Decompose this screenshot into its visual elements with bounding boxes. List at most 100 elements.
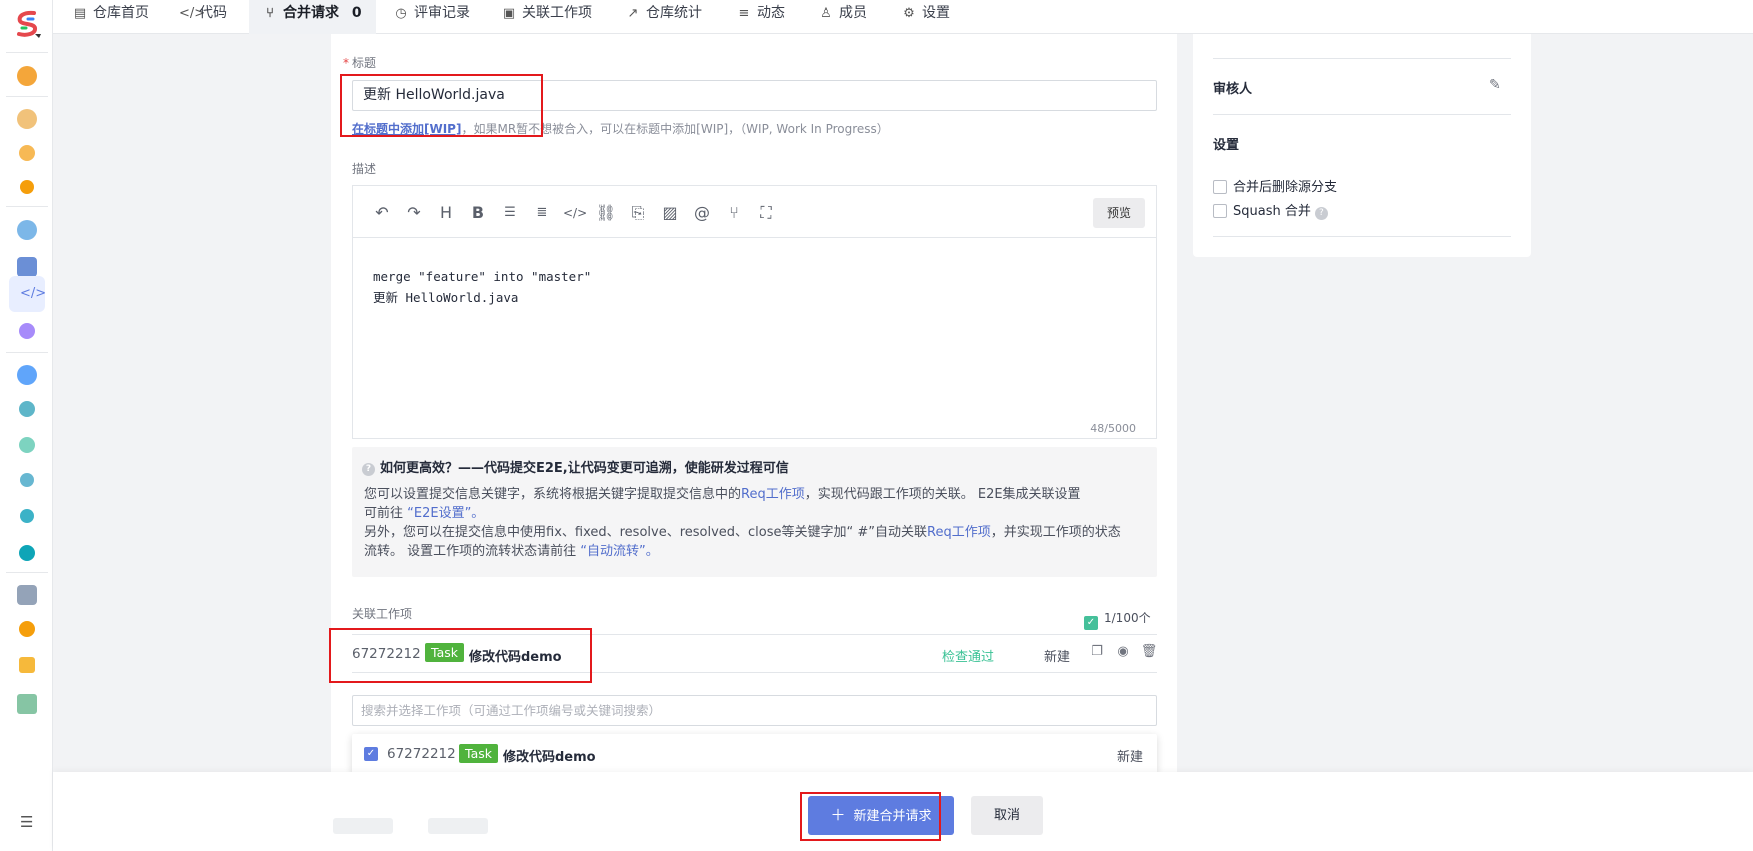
mention-icon[interactable]: @	[691, 202, 713, 224]
tab-code[interactable]: </>代码	[179, 0, 227, 34]
redo-icon[interactable]: ↷	[403, 202, 425, 224]
nav-issue-icon[interactable]	[20, 180, 34, 194]
workitem-search-input[interactable]: 搜索并选择工作项（可通过工作项编号或关键词搜索）	[352, 695, 1157, 726]
nav-test-icon[interactable]	[19, 437, 35, 453]
add-wip-link[interactable]: 在标题中添加[WIP]	[352, 122, 461, 136]
req-workitem-link-2[interactable]: Req工作项	[927, 525, 991, 540]
ordered-list-icon[interactable]: ≣	[531, 202, 553, 224]
tab-settings[interactable]: ⚙ 设置	[902, 0, 950, 34]
e2e-settings-link[interactable]: “E2E设置”。	[407, 506, 484, 521]
delete-branch-checkbox[interactable]	[1213, 180, 1227, 194]
editor-toolbar: ↶ ↷ H B ☰ ≣ </> ⛓ ⎘ ▨ @ ⑂ ⛶ 预览	[353, 186, 1156, 238]
squash-checkbox[interactable]	[1213, 204, 1227, 218]
tab-merge-requests[interactable]: ⑂ 合并请求 0	[249, 0, 376, 34]
nav-artifact-icon[interactable]	[17, 585, 37, 605]
code-repo-glyph-icon: </>	[20, 286, 47, 301]
tip-line-4: 流转。 设置工作项的流转状态请前往 “自动流转”。	[364, 544, 659, 559]
char-counter: 48/5000	[1090, 422, 1136, 435]
option-checkbox[interactable]: ✓	[364, 747, 378, 761]
member-icon: ♙	[820, 6, 832, 21]
nav-network-icon[interactable]	[19, 545, 35, 561]
title-label: * 标题	[343, 56, 377, 70]
collapse-menu-icon[interactable]: ☰	[20, 815, 36, 830]
file-icon[interactable]: ⎘	[627, 202, 649, 224]
tip-line-2: 可前往 “E2E设置”。	[364, 506, 485, 521]
review-icon: ◷	[395, 6, 407, 21]
e2e-tip-box: ? 如何更高效？——代码提交E2E,让代码变更可追溯，使能研发过程可信 您可以设置…	[352, 447, 1157, 577]
nav-deploy-icon[interactable]	[20, 473, 34, 487]
cancel-button[interactable]: 取消	[971, 796, 1043, 835]
preview-button[interactable]: 预览	[1093, 198, 1145, 228]
left-nav-rail: </> ☰	[0, 0, 53, 851]
edit-reviewer-icon[interactable]: ✎	[1489, 77, 1501, 93]
fullscreen-icon[interactable]: ⛶	[755, 202, 777, 224]
option-task-badge: Task	[459, 744, 498, 763]
related-workitems-label: 关联工作项	[352, 607, 413, 621]
nav-box-icon[interactable]	[17, 257, 37, 277]
app-logo-icon[interactable]	[14, 10, 42, 40]
code-block-icon[interactable]: </>	[563, 202, 587, 224]
tip-line-1: 您可以设置提交信息关键字，系统将根据关键字提取提交信息中的Req工作项，实现代码…	[364, 487, 1081, 502]
create-merge-request-button[interactable]: ＋新建合并请求	[808, 796, 954, 835]
link-icon[interactable]: ⛓	[595, 202, 617, 224]
tip-line-3: 另外，您可以在提交信息中使用fix、fixed、resolve、resolved…	[364, 525, 1121, 540]
option-delete-source-branch[interactable]: 合并后删除源分支	[1213, 176, 1337, 195]
bold-icon[interactable]: B	[467, 202, 489, 224]
nav-pipeline-icon[interactable]	[19, 323, 35, 339]
nav-check-icon[interactable]	[19, 401, 35, 417]
workitem-id[interactable]: 67272212	[352, 646, 421, 662]
trash-icon[interactable]: 🗑	[1140, 644, 1158, 662]
auto-transition-link[interactable]: “自动流转”。	[580, 544, 658, 559]
plus-icon: ＋	[830, 806, 846, 824]
nav-settings-icon[interactable]	[19, 621, 35, 637]
workitem-state: 新建	[1044, 650, 1071, 665]
merge-request-form: * 标题 更新 HelloWorld.java 在标题中添加[WIP]，如果MR暂…	[331, 34, 1177, 774]
description-editor: ↶ ↷ H B ☰ ≣ </> ⛓ ⎘ ▨ @ ⑂ ⛶ 预览 merge "fe…	[352, 185, 1157, 439]
related-workitem-row: 67272212 Task 修改代码demo 检查通过 新建 ❐ ◉ 🗑	[352, 635, 1157, 673]
image-icon[interactable]: ▨	[659, 202, 681, 224]
code-icon: </>	[179, 6, 206, 21]
option-squash-merge[interactable]: Squash 合并?	[1213, 200, 1328, 220]
blurred-placeholder	[333, 818, 393, 834]
help-icon[interactable]: ?	[1314, 207, 1328, 220]
nav-build-icon[interactable]	[17, 365, 37, 385]
dropdown-option[interactable]: ✓ 67272212 Task 修改代码demo 新建	[352, 734, 1157, 774]
question-icon: ?	[362, 463, 375, 476]
tab-repo-home[interactable]: ▤ 仓库首页	[73, 0, 149, 34]
option-id: 67272212	[387, 746, 456, 762]
bullet-list-icon[interactable]: ☰	[499, 202, 521, 224]
merge-ref-icon[interactable]: ⑂	[723, 202, 745, 224]
mr-side-panel: 审核人 ✎ 设置 合并后删除源分支 Squash 合并?	[1193, 34, 1531, 257]
title-input[interactable]: 更新 HelloWorld.java	[352, 80, 1157, 111]
tab-members[interactable]: ♙ 成员	[819, 0, 867, 34]
tab-related-workitems[interactable]: ▣ 关联工作项	[502, 0, 592, 34]
workitem-dropdown: ✓ 67272212 Task 修改代码demo 新建	[352, 734, 1157, 774]
stats-icon: ↗	[627, 6, 639, 21]
activity-icon: ≡	[738, 6, 750, 21]
undo-icon[interactable]: ↶	[371, 202, 393, 224]
nav-release-icon[interactable]	[20, 509, 34, 523]
nav-report-icon[interactable]	[19, 657, 35, 673]
nav-requirement-icon[interactable]	[17, 109, 37, 129]
repo-tab-bar: ▤ 仓库首页 </>代码 ⑂ 合并请求 0 ◷ 评审记录 ▣ 关联工作项 ↗ 仓库统计 ≡…	[53, 0, 1753, 34]
tab-repo-stats[interactable]: ↗ 仓库统计	[626, 0, 702, 34]
tip-title: ? 如何更高效？——代码提交E2E,让代码变更可追溯，使能研发过程可信	[362, 457, 789, 476]
tab-activity[interactable]: ≡ 动态	[737, 0, 785, 34]
copy-icon[interactable]: ❐	[1088, 644, 1106, 662]
eye-icon[interactable]: ◉	[1114, 644, 1132, 662]
nav-more-icon[interactable]	[17, 694, 37, 714]
form-footer: ＋新建合并请求 取消	[53, 772, 1753, 851]
wip-hint: 在标题中添加[WIP]，如果MR暂不想被合入，可以在标题中添加[WIP]，（WI…	[352, 122, 889, 136]
related-checkbox[interactable]: ✓	[1084, 616, 1098, 630]
nav-doc-icon[interactable]	[19, 145, 35, 161]
nav-project-icon[interactable]	[17, 66, 37, 86]
task-type-badge: Task	[425, 643, 464, 662]
heading-icon[interactable]: H	[435, 202, 457, 224]
req-workitem-link[interactable]: Req工作项	[741, 487, 805, 502]
description-label: 描述	[352, 162, 377, 176]
tab-review-records[interactable]: ◷ 评审记录	[394, 0, 470, 34]
description-textarea[interactable]: merge "feature" into "master" 更新 HelloWor…	[373, 266, 591, 308]
workitem-title[interactable]: 修改代码demo	[469, 646, 562, 665]
nav-cloud-icon[interactable]	[17, 220, 37, 240]
gear-icon: ⚙	[903, 6, 915, 21]
